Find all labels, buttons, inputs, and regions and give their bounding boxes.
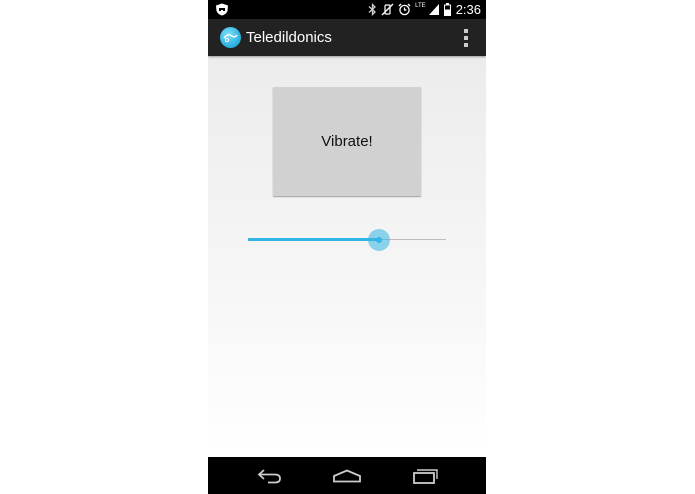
seekbar-thumb[interactable] [368, 229, 390, 251]
alarm-icon [398, 3, 411, 16]
signal-icon [428, 3, 440, 16]
app-title: Teledildonics [246, 29, 332, 46]
recent-apps-icon[interactable] [408, 465, 440, 487]
overflow-dot [464, 43, 468, 47]
seekbar-thumb-center [376, 237, 382, 243]
back-icon[interactable] [254, 465, 286, 487]
navigation-bar [208, 457, 486, 494]
seekbar-progress [248, 238, 379, 241]
vibrate-off-icon [381, 3, 394, 16]
overflow-menu-icon[interactable] [462, 29, 470, 47]
intensity-seekbar[interactable] [248, 228, 446, 252]
action-bar: Teledildonics [208, 19, 486, 56]
phone-screen: LTE 2:36 Teledildonics Vibrate! [208, 0, 486, 494]
vibrate-button[interactable]: Vibrate! [273, 87, 421, 196]
notification-shield-icon [215, 3, 229, 16]
home-icon[interactable] [331, 465, 363, 487]
network-type: LTE [415, 2, 426, 9]
overflow-dot [464, 36, 468, 40]
battery-icon [443, 3, 451, 16]
bluetooth-icon [368, 3, 377, 16]
status-bar: LTE 2:36 [208, 0, 486, 19]
main-content: Vibrate! [208, 56, 486, 457]
status-icons: LTE 2:36 [368, 2, 481, 17]
overflow-dot [464, 29, 468, 33]
status-clock: 2:36 [455, 2, 481, 17]
app-logo-icon[interactable] [220, 27, 241, 48]
